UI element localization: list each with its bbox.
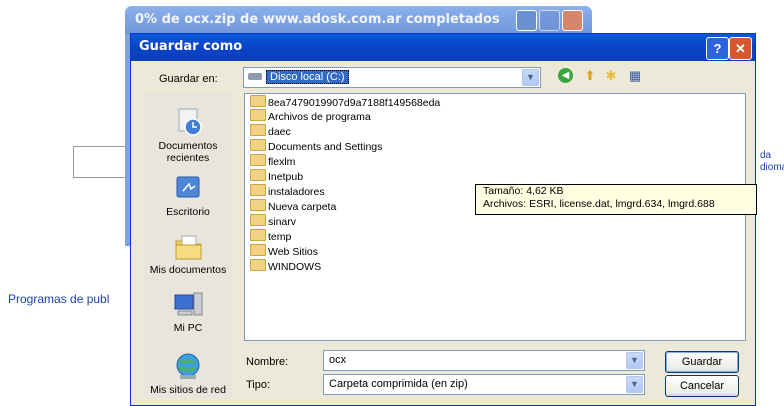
minimize-button[interactable]	[516, 10, 537, 31]
save-in-value: Disco local (C:)	[266, 70, 349, 84]
file-type-select[interactable]: Carpeta comprimida (en zip) ▼	[323, 374, 645, 395]
save-in-label: Guardar en:	[159, 73, 218, 85]
list-item[interactable]: Nueva carpeta	[250, 199, 337, 213]
list-item[interactable]: Documents and Settings	[250, 139, 383, 153]
save-button[interactable]: Guardar	[665, 351, 739, 373]
maximize-button	[539, 10, 560, 31]
help-button[interactable]: ?	[706, 37, 729, 60]
back-icon[interactable]: ◀	[558, 68, 573, 83]
folder-icon	[250, 95, 266, 107]
list-item-label: Inetpub	[268, 171, 304, 183]
place-label: Mi PC	[173, 322, 203, 334]
list-item-label: Archivos de programa	[268, 111, 371, 123]
list-item-label: flexlm	[268, 156, 296, 168]
file-type-label: Tipo:	[246, 379, 271, 391]
place-label: Mis sitios de red	[150, 384, 226, 396]
network-places-icon	[171, 351, 205, 381]
file-type-value: Carpeta comprimida (en zip)	[329, 378, 468, 390]
background-text-2: dioma	[760, 162, 784, 173]
tooltip-size: Tamaño: 4,62 KB	[483, 185, 564, 197]
list-item-label: sinarv	[268, 216, 297, 228]
save-as-dialog: Guardar como ? ✕ Guardar en: Disco local…	[130, 33, 756, 406]
list-item[interactable]: Archivos de programa	[250, 109, 371, 123]
file-name-input[interactable]: ocx ▼	[323, 350, 645, 371]
list-item-label: Nueva carpeta	[268, 201, 337, 213]
close-button[interactable]: ✕	[729, 37, 752, 60]
desktop-icon	[171, 173, 205, 203]
file-list[interactable]: 8ea7479019907d9a7188f149568eda Archivos …	[244, 93, 746, 341]
list-item[interactable]: instaladores	[250, 184, 325, 198]
dialog-titlebar[interactable]: Guardar como ? ✕	[131, 34, 755, 61]
folder-icon	[250, 199, 266, 211]
chevron-down-icon[interactable]: ▼	[626, 352, 643, 369]
folder-icon	[250, 214, 266, 226]
place-recent[interactable]: Documentos recientes	[143, 107, 233, 164]
folder-icon	[250, 139, 266, 151]
folder-icon	[250, 259, 266, 271]
progress-close-button[interactable]	[562, 10, 583, 31]
folder-tooltip: Tamaño: 4,62 KB Archivos: ESRI, license.…	[475, 184, 757, 215]
place-network[interactable]: Mis sitios de red	[143, 351, 233, 396]
up-folder-icon[interactable]: ⬆	[581, 68, 599, 84]
list-item-label: instaladores	[268, 186, 325, 198]
folder-icon	[250, 169, 266, 181]
list-item[interactable]: sinarv	[250, 214, 297, 228]
save-in-dropdown[interactable]: Disco local (C:) ▼	[243, 67, 541, 88]
list-item-label: WINDOWS	[268, 261, 322, 273]
file-name-label: Nombre:	[246, 356, 289, 368]
list-item[interactable]: WINDOWS	[250, 259, 322, 273]
tooltip-files: Archivos: ESRI, license.dat, lmgrd.634, …	[483, 198, 715, 210]
list-item[interactable]: Web Sitios	[250, 244, 318, 258]
list-item[interactable]: Inetpub	[250, 169, 304, 183]
recent-documents-icon	[171, 107, 205, 137]
place-label: Mis documentos	[149, 264, 227, 276]
cancel-button[interactable]: Cancelar	[665, 375, 739, 397]
dialog-title: Guardar como	[139, 39, 243, 54]
progress-titlebar[interactable]: 0% de ocx.zip de www.adosk.com.ar comple…	[125, 6, 592, 34]
folder-icon	[250, 229, 266, 241]
list-item[interactable]: 8ea7479019907d9a7188f149568eda	[250, 95, 441, 109]
place-my-documents[interactable]: Mis documentos	[143, 231, 233, 276]
place-label: Documentos recientes	[158, 140, 218, 164]
folder-icon	[250, 244, 266, 256]
folder-icon	[250, 109, 266, 121]
file-name-value: ocx	[329, 354, 347, 366]
list-item[interactable]: flexlm	[250, 154, 296, 168]
background-link[interactable]: Programas de publ	[8, 292, 109, 306]
background-text-1: da	[760, 150, 772, 161]
my-documents-icon	[171, 231, 205, 261]
list-item[interactable]: daec	[250, 124, 291, 138]
place-my-computer[interactable]: Mi PC	[143, 289, 233, 334]
new-folder-icon[interactable]: ✱	[602, 68, 620, 84]
list-item-label: daec	[268, 126, 291, 138]
place-desktop[interactable]: Escritorio	[143, 173, 233, 218]
folder-icon	[250, 124, 266, 136]
place-label: Escritorio	[166, 206, 210, 218]
list-item[interactable]: temp	[250, 229, 292, 243]
folder-icon	[250, 184, 266, 196]
chevron-down-icon[interactable]: ▼	[522, 69, 539, 86]
list-item-label: Documents and Settings	[268, 141, 383, 153]
list-item-label: temp	[268, 231, 292, 243]
list-item-label: 8ea7479019907d9a7188f149568eda	[268, 97, 441, 109]
places-bar: Documentos recientes Escritorio Mis docu…	[143, 93, 233, 398]
views-menu-icon[interactable]: ▦	[626, 68, 644, 84]
hard-drive-icon	[248, 73, 262, 80]
list-item-label: Web Sitios	[268, 246, 318, 258]
progress-title: 0% de ocx.zip de www.adosk.com.ar comple…	[135, 12, 500, 27]
folder-icon	[250, 154, 266, 166]
chevron-down-icon[interactable]: ▼	[626, 376, 643, 393]
my-computer-icon	[171, 289, 205, 319]
